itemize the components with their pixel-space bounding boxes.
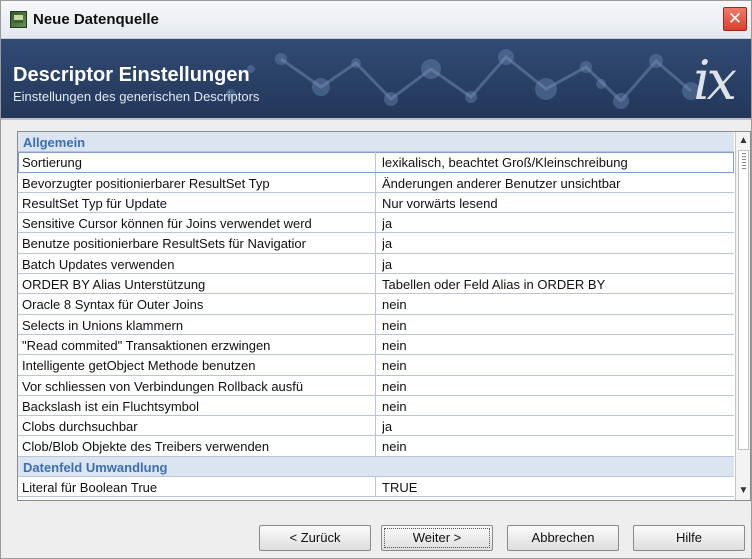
divider [1,118,751,120]
property-name: Benutze positionierbare ResultSets für N… [18,233,376,253]
window-title: Neue Datenquelle [33,11,159,28]
table-row[interactable]: Batch Updates verwenden ja [18,253,734,275]
table-row[interactable]: Oracle 8 Syntax für Outer Joins nein [18,294,734,315]
properties-grid: Allgemein Sortierung lexikalisch, beacht… [18,132,734,498]
help-button[interactable]: Hilfe [633,525,745,551]
next-button[interactable]: Weiter > [381,525,493,551]
banner-subtitle: Einstellungen des generischen Descriptor… [13,89,260,104]
property-value[interactable]: Tabellen oder Feld Alias in ORDER BY [382,274,732,293]
grip-icon [742,153,746,169]
cancel-button[interactable]: Abbrechen [507,525,619,551]
property-value[interactable]: ja [382,416,732,435]
property-value[interactable]: ja [382,233,732,252]
property-name: "Read commited" Transaktionen erzwingen [18,334,376,355]
property-value[interactable]: TRUE [382,477,732,496]
app-icon [10,11,27,28]
table-row[interactable]: Benutze positionierbare ResultSets für N… [18,233,734,254]
table-row[interactable]: ORDER BY Alias Unterstützung Tabellen od… [18,274,734,295]
button-bar: < Zurück Weiter > Abbrechen Hilfe [1,511,751,559]
vertical-scrollbar[interactable]: ▲ ▼ [735,132,750,500]
property-value[interactable]: nein [382,376,732,395]
table-row[interactable]: ResultSet Typ für Update Nur vorwärts le… [18,192,734,214]
property-name: Backslash ist ein Fluchtsymbol [18,395,376,416]
property-value[interactable]: nein [382,294,732,313]
ix-logo: ix [693,49,737,112]
property-name: Oracle 8 Syntax für Outer Joins [18,294,376,314]
table-row[interactable]: Clobs durchsuchbar ja [18,416,734,437]
table-row[interactable]: Clob/Blob Objekte des Treibers verwenden… [18,436,734,457]
property-name: Sortierung [18,152,376,172]
table-row[interactable]: Sortierung lexikalisch, beachtet Groß/Kl… [18,152,734,173]
property-name: Literal für Boolean True [18,477,376,497]
title-bar: Neue Datenquelle ✕ [1,1,751,39]
section-header-allgemein[interactable]: Allgemein [18,132,734,153]
property-name: Sensitive Cursor können für Joins verwen… [18,213,376,233]
table-row[interactable]: Vor schliessen von Verbindungen Rollback… [18,375,734,396]
property-name: ORDER BY Alias Unterstützung [18,274,376,294]
section-header-datenfeld-umwandlung[interactable]: Datenfeld Umwandlung [18,456,734,478]
property-name: Clobs durchsuchbar [18,416,376,436]
table-row[interactable]: Sensitive Cursor können für Joins verwen… [18,213,734,234]
property-value[interactable]: nein [382,335,732,354]
property-name: Intelligente getObject Methode benutzen [18,355,376,375]
property-value[interactable]: nein [382,315,732,334]
property-value[interactable]: ja [382,213,732,232]
table-row[interactable]: Selects in Unions klammern nein [18,314,734,335]
table-row[interactable]: Bevorzugter positionierbarer ResultSet T… [18,172,734,193]
table-row[interactable]: "Read commited" Transaktionen erzwingen … [18,334,734,356]
section-label: Datenfeld Umwandlung [23,459,168,475]
property-name: Batch Updates verwenden [18,253,376,274]
property-name: Selects in Unions klammern [18,314,376,334]
table-row[interactable]: Backslash ist ein Fluchtsymbol nein [18,395,734,417]
section-label: Allgemein [23,135,86,150]
property-value[interactable]: ja [382,254,732,273]
property-value[interactable]: nein [382,436,732,455]
close-icon: ✕ [727,9,743,28]
property-value[interactable]: nein [382,355,732,374]
scroll-up-arrow-icon[interactable]: ▲ [736,134,750,148]
property-name: Vor schliessen von Verbindungen Rollback… [18,375,376,395]
table-row[interactable]: Literal für Boolean True TRUE [18,477,734,498]
properties-table[interactable]: Allgemein Sortierung lexikalisch, beacht… [17,131,751,501]
banner-title: Descriptor Einstellungen [13,64,250,86]
property-value[interactable]: nein [382,396,732,415]
property-name: ResultSet Typ für Update [18,192,376,213]
property-value[interactable]: Nur vorwärts lesend [382,193,732,212]
scroll-down-arrow-icon[interactable]: ▼ [736,484,750,498]
back-button[interactable]: < Zurück [259,525,371,551]
property-name: Bevorzugter positionierbarer ResultSet T… [18,172,376,192]
property-value[interactable]: Änderungen anderer Benutzer unsichtbar [382,173,732,192]
scrollbar-thumb[interactable] [738,150,749,450]
property-value[interactable]: lexikalisch, beachtet Groß/Kleinschreibu… [382,152,732,171]
table-row[interactable]: Intelligente getObject Methode benutzen … [18,355,734,376]
dialog-window: Neue Datenquelle ✕ Descriptor Einstellun… [0,0,752,559]
property-name: Clob/Blob Objekte des Treibers verwenden [18,436,376,456]
header-banner: Descriptor Einstellungen Einstellungen d… [1,39,751,118]
close-button[interactable]: ✕ [723,7,747,31]
